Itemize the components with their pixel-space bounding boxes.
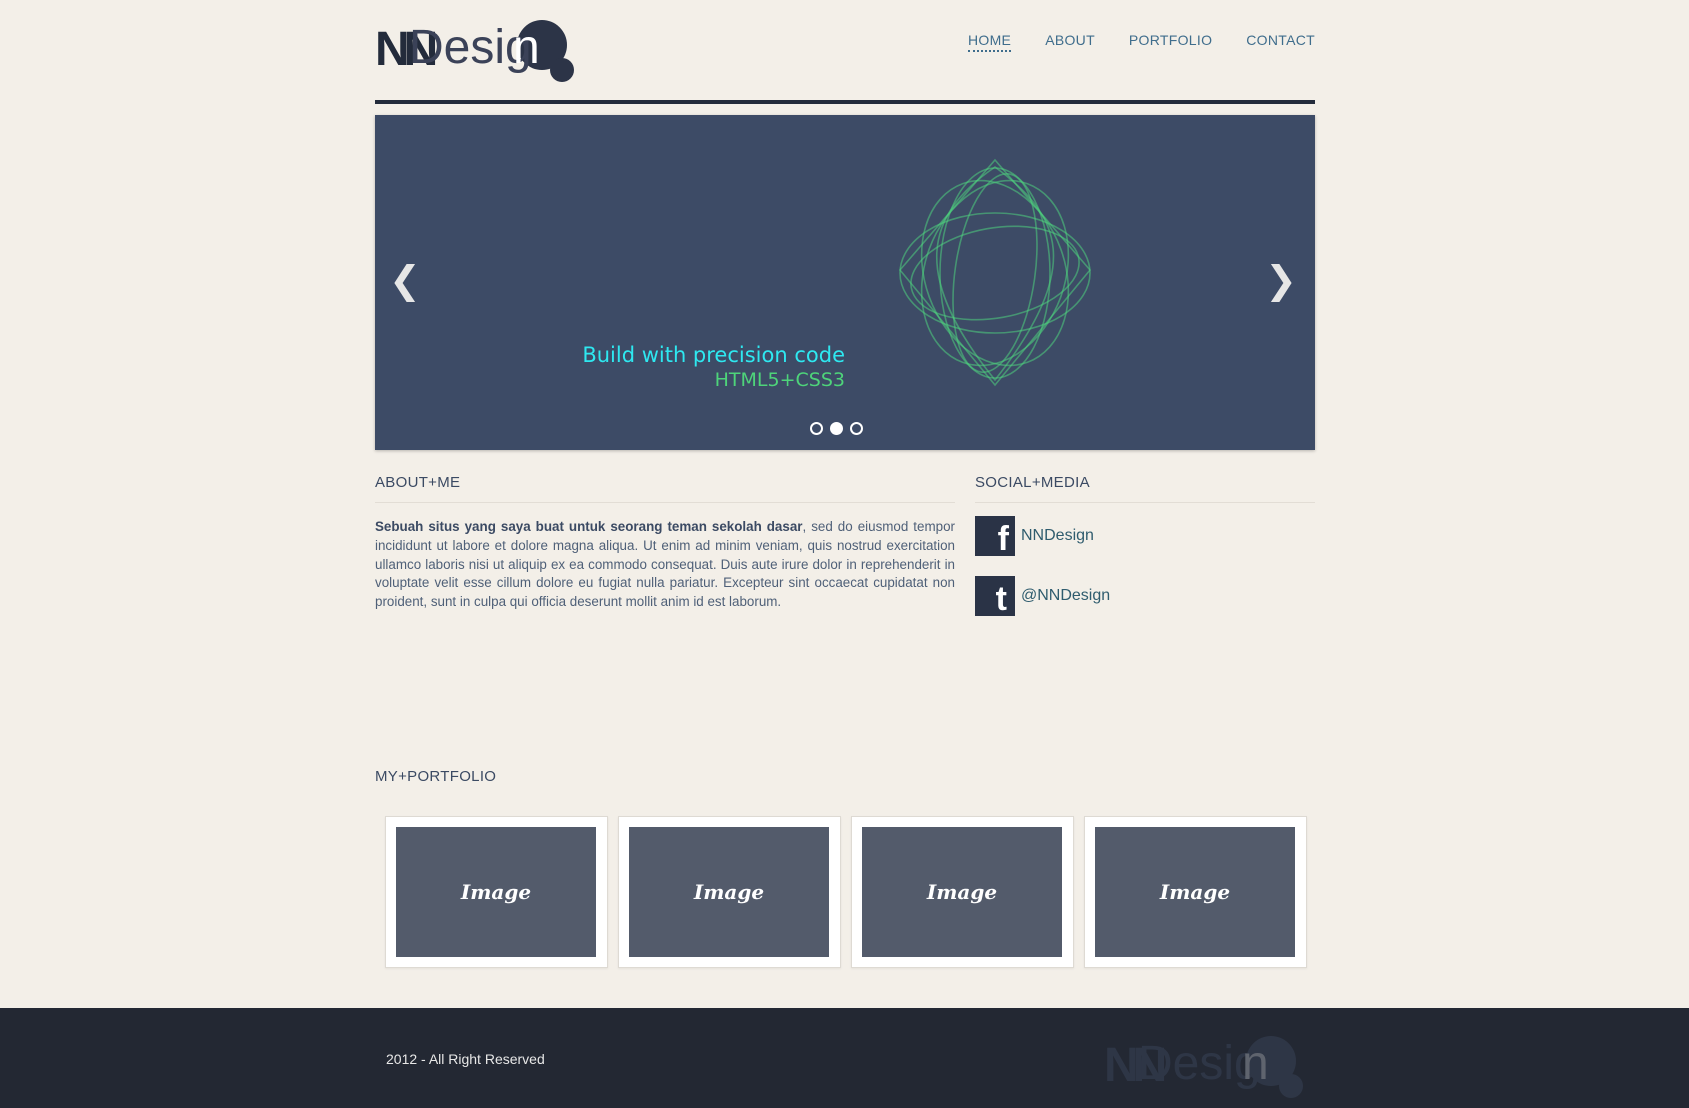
site-logo[interactable]: NN Desig n — [375, 18, 595, 82]
portfolio-item[interactable]: Image — [618, 816, 841, 968]
hero-slider: ❮ ❯ Build with precision code HTML5+CSS3 — [375, 115, 1315, 450]
site-footer: 2012 - All Right Reserved NN Desig n — [0, 1008, 1689, 1108]
facebook-icon: f — [975, 516, 1015, 556]
header-divider — [375, 100, 1315, 104]
portfolio-image-placeholder: Image — [862, 827, 1062, 957]
chevron-left-icon[interactable]: ❮ — [389, 261, 421, 299]
slide-graphic — [898, 158, 1092, 387]
portfolio-image-placeholder: Image — [396, 827, 596, 957]
logo-circle-small — [550, 58, 574, 82]
about-title: ABOUT+ME — [375, 474, 461, 491]
portfolio-grid: Image Image Image Image — [385, 816, 1307, 968]
social-twitter[interactable]: t @NNDesign — [975, 576, 1110, 616]
slider-dot-2[interactable] — [830, 422, 843, 435]
portfolio-image-placeholder: Image — [1095, 827, 1295, 957]
chevron-right-icon[interactable]: ❯ — [1265, 261, 1297, 299]
twitter-label[interactable]: @NNDesign — [1021, 587, 1110, 605]
slider-dot-3[interactable] — [850, 422, 863, 435]
footer-copyright: 2012 - All Right Reserved — [386, 1051, 545, 1067]
portfolio-title: MY+PORTFOLIO — [375, 768, 497, 785]
nav-portfolio[interactable]: PORTFOLIO — [1129, 32, 1212, 52]
slider-dot-1[interactable] — [810, 422, 823, 435]
nav-contact[interactable]: CONTACT — [1246, 32, 1315, 52]
nav-about[interactable]: ABOUT — [1045, 32, 1095, 52]
slider-pagination — [810, 422, 863, 435]
twitter-icon: t — [975, 576, 1015, 616]
footer-logo: NN Desig n — [1104, 1034, 1324, 1098]
social-divider — [975, 502, 1315, 503]
social-title: SOCIAL+MEDIA — [975, 474, 1090, 491]
portfolio-item[interactable]: Image — [1084, 816, 1307, 968]
footer-logo-circle-small — [1279, 1074, 1303, 1098]
about-paragraph: Sebuah situs yang saya buat untuk seoran… — [375, 518, 955, 612]
portfolio-image-placeholder: Image — [629, 827, 829, 957]
nav-home[interactable]: HOME — [967, 32, 1012, 52]
portfolio-item[interactable]: Image — [851, 816, 1074, 968]
footer-logo-n-text: n — [1242, 1037, 1269, 1090]
slide-subline: HTML5+CSS3 — [714, 369, 845, 391]
facebook-label[interactable]: NNDesign — [1021, 527, 1094, 545]
main-nav: HOME ABOUT PORTFOLIO CONTACT — [967, 32, 1315, 52]
portfolio-item[interactable]: Image — [385, 816, 608, 968]
logo-n-text: n — [513, 21, 540, 74]
slide-headline: Build with precision code — [582, 343, 845, 367]
about-divider — [375, 502, 955, 503]
slide-caption: Build with precision code HTML5+CSS3 — [582, 343, 845, 391]
about-lead: Sebuah situs yang saya buat untuk seoran… — [375, 519, 803, 534]
social-facebook[interactable]: f NNDesign — [975, 516, 1094, 556]
